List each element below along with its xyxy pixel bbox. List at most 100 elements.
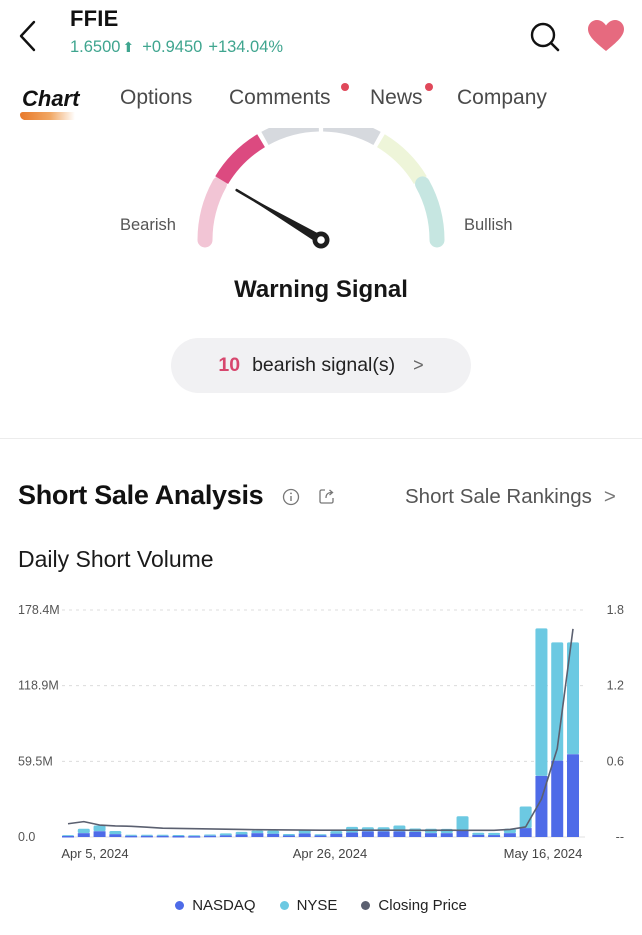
bar-stack[interactable] [298,829,311,837]
short-sale-rankings-link[interactable]: Short Sale Rankings > [405,485,616,509]
legend-swatch [175,901,185,910]
bullish-label: Bullish [464,216,513,234]
tab-comments[interactable]: Comments [229,83,349,110]
bar-nyse [156,834,169,836]
bar-stack[interactable] [267,830,280,837]
bar-nasdaq [282,835,295,837]
bar-nasdaq [314,835,327,837]
tab-chart[interactable]: Chart [20,86,79,120]
bar-nasdaq [93,831,106,837]
bar-stack[interactable] [361,827,374,837]
bar-nyse [488,832,501,836]
legend-nyse[interactable]: NYSE [279,897,337,914]
bar-stack[interactable] [156,834,169,838]
info-icon[interactable] [282,488,300,506]
tab-label: News [370,86,423,109]
bar-stack[interactable] [251,830,264,837]
bar-stack[interactable] [219,833,232,837]
bearish-signals-button[interactable]: 10 bearish signal(s) > [171,338,471,393]
bar-nyse [62,835,74,836]
bar-nasdaq [188,836,201,838]
bar-nyse [93,825,106,832]
bar-stack[interactable] [377,827,390,837]
y-left-tick-label: 59.5M [18,754,53,768]
bar-stack[interactable] [567,642,579,837]
bearish-label: Bearish [120,216,176,234]
bar-nyse [172,834,185,836]
gauge-needle [235,188,330,249]
bar-stack[interactable] [472,832,485,837]
bar-stack[interactable] [314,834,327,837]
legend-label: NASDAQ [192,897,256,914]
bar-nyse [235,831,248,835]
bar-stack[interactable] [282,833,295,837]
bar-nasdaq [409,831,422,837]
bar-stack[interactable] [172,834,185,838]
signal-count: 10 [218,354,241,376]
favorite-button[interactable] [587,20,625,52]
bar-stack[interactable] [109,831,122,837]
x-tick-label: May 16, 2024 [504,846,583,861]
bar-stack[interactable] [551,642,564,837]
bar-stack[interactable] [140,834,153,838]
y-right-tick-label: -- [616,830,624,844]
tab-label: Options [120,86,193,109]
bar-nyse [267,830,280,834]
tab-news[interactable]: News [370,83,433,110]
bar-nasdaq [235,834,248,837]
link-label: Short Sale Rankings [405,485,592,508]
gauge-segment [415,176,445,248]
bar-nyse [204,834,217,836]
legend-swatch [361,901,371,910]
bar-stack[interactable] [188,835,201,838]
bar-nasdaq [519,828,532,837]
bar-stack[interactable] [456,816,469,837]
bar-nyse [140,834,153,836]
y-right-tick-label: 0.6 [607,754,624,768]
back-button[interactable] [14,18,44,54]
gauge-segment [261,128,320,146]
bar-stack[interactable] [77,828,90,837]
bar-nasdaq [393,831,406,837]
tab-bar: Chart Options Comments News Company [0,80,642,120]
bar-stack[interactable] [519,806,532,837]
section-divider [0,438,642,439]
signal-title: Warning Signal [234,276,408,303]
bar-nasdaq [472,834,485,837]
tab-options[interactable]: Options [120,86,192,110]
x-tick-label: Apr 5, 2024 [61,846,128,861]
bar-nasdaq [424,833,437,837]
tab-company[interactable]: Company [457,86,547,110]
bar-nasdaq [204,835,217,838]
bar-nasdaq [109,834,122,837]
last-price: 1.6500 [70,38,121,56]
bar-nyse [330,831,343,834]
bar-stack[interactable] [93,825,106,837]
ticker-symbol: FFIE [70,6,119,31]
legend-closing-price[interactable]: Closing Price [361,897,467,914]
bar-stack[interactable] [62,835,74,838]
bar-nasdaq [503,833,516,837]
bar-stack[interactable] [235,831,248,837]
bar-stack[interactable] [346,826,359,837]
search-button[interactable] [528,20,562,54]
tab-label: Comments [229,86,331,109]
bar-stack[interactable] [204,834,217,838]
active-tab-indicator [20,112,75,120]
legend-swatch [279,901,289,910]
bar-stack[interactable] [330,831,343,837]
bar-nyse [109,831,122,835]
bar-nasdaq [377,831,390,837]
bar-stack[interactable] [488,832,501,837]
price-change-percent: +134.04% [208,38,284,56]
y-left-tick-label: 0.0 [18,830,35,844]
bar-stack[interactable] [125,834,138,838]
signal-text: bearish signal(s) [252,354,396,376]
price-change: +0.9450 [142,38,203,56]
legend-nasdaq[interactable]: NASDAQ [175,897,256,914]
bar-stack[interactable] [393,825,406,837]
gauge-segment [197,176,227,248]
share-icon[interactable] [318,487,336,505]
gauge-segment [322,128,381,146]
bar-nyse [188,835,201,837]
